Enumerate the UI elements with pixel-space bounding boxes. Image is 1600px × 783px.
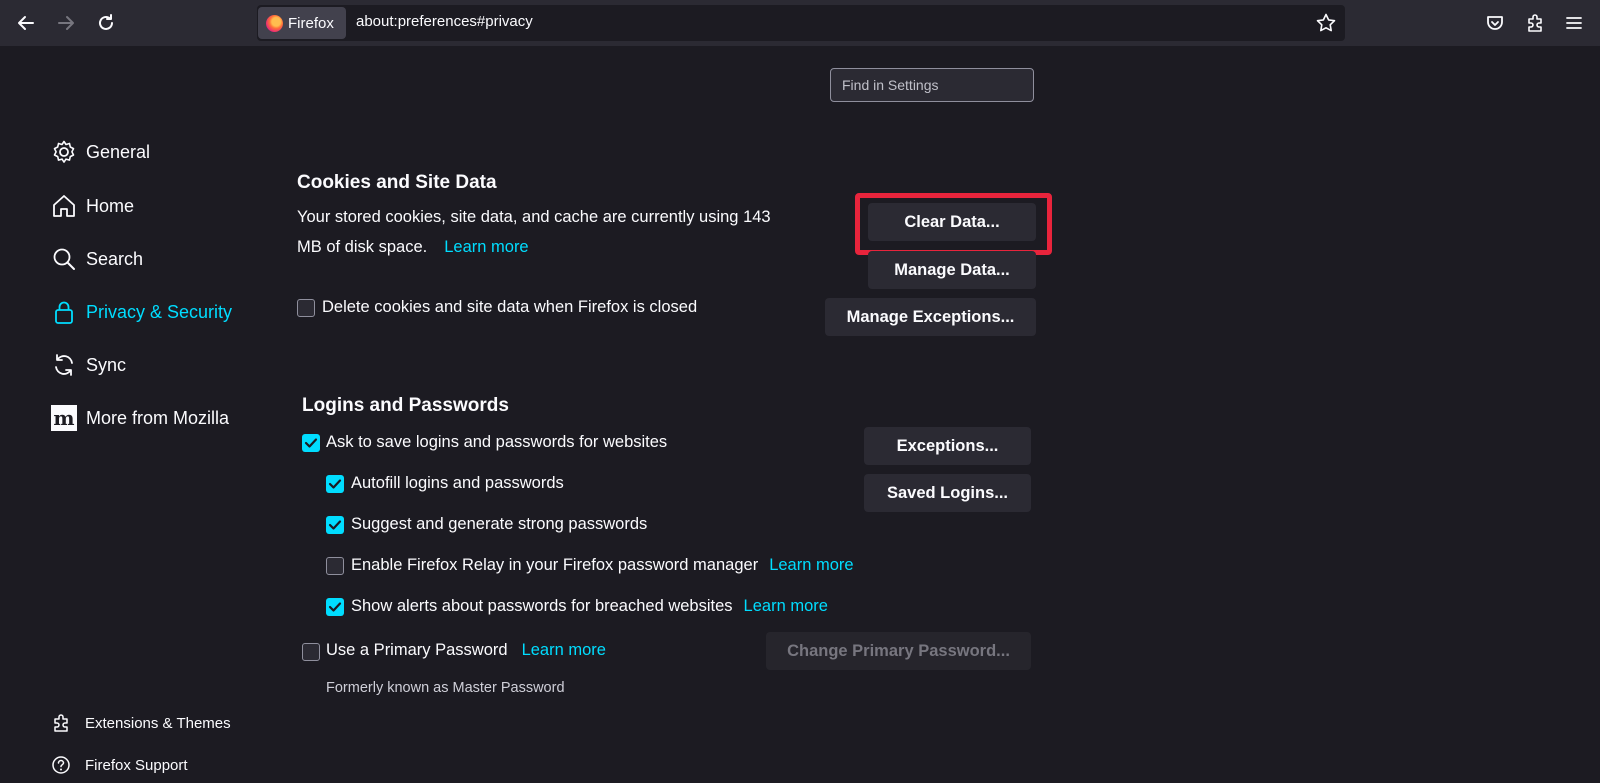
gear-icon [50,138,78,166]
sidebar-item-home[interactable]: Home [50,186,134,226]
browser-toolbar: Firefox about:preferences#privacy [0,0,1600,46]
change-primary-password-button[interactable]: Change Primary Password... [766,632,1031,670]
manage-exceptions-button[interactable]: Manage Exceptions... [825,298,1036,336]
back-button[interactable] [11,8,41,38]
cookies-desc-line2: MB of disk space. Learn more [297,232,771,262]
puzzle-icon [1528,14,1542,32]
hamburger-menu-icon [1566,17,1582,29]
cookies-heading: Cookies and Site Data [297,172,497,193]
delete-cookies-label: Delete cookies and site data when Firefo… [322,298,698,316]
cookies-desc-line2-text: MB of disk space. [297,238,428,256]
saved-logins-button[interactable]: Saved Logins... [864,474,1031,512]
ask-to-save-checkbox[interactable] [302,434,320,452]
footer-label: Firefox Support [85,756,188,774]
url-bar[interactable]: Firefox about:preferences#privacy [257,5,1345,41]
firefox-relay-label: Enable Firefox Relay in your Firefox pas… [351,556,759,574]
primary-password-checkbox[interactable] [302,643,320,661]
bookmark-star-icon[interactable] [1315,12,1337,34]
mozilla-icon: m [50,404,78,432]
sidebar-extensions-themes[interactable]: Extensions & Themes [50,708,231,738]
cookies-description: Your stored cookies, site data, and cach… [297,202,771,262]
footer-label: Extensions & Themes [85,714,231,732]
reload-icon [99,14,113,30]
forward-arrow-icon [58,16,74,30]
sidebar-firefox-support[interactable]: Firefox Support [50,750,188,780]
back-arrow-icon [18,16,34,30]
breach-learn-more-link[interactable]: Learn more [744,597,828,615]
search-icon [50,245,78,273]
breach-alerts-row: Show alerts about passwords for breached… [351,597,828,616]
home-icon [50,192,78,220]
logins-heading: Logins and Passwords [302,395,509,416]
autofill-checkbox[interactable] [326,475,344,493]
primary-password-label: Use a Primary Password [326,641,508,659]
reload-button[interactable] [91,8,121,38]
sidebar-item-sync[interactable]: Sync [50,345,126,385]
sidebar-item-search[interactable]: Search [50,239,143,279]
sidebar-item-label: Privacy & Security [86,301,233,322]
breach-alerts-checkbox[interactable] [326,598,344,616]
search-input[interactable] [831,69,1033,101]
exceptions-button[interactable]: Exceptions... [864,427,1031,465]
sidebar-item-privacy-security[interactable]: Privacy & Security [50,292,232,332]
find-in-settings[interactable] [830,68,1034,102]
firefox-logo-icon [266,14,283,32]
ask-to-save-label: Ask to save logins and passwords for web… [326,433,668,451]
extension-icon [50,712,72,734]
suggest-passwords-label: Suggest and generate strong passwords [351,515,648,533]
cookies-desc-line1: Your stored cookies, site data, and cach… [297,208,771,226]
sidebar-item-more-from-mozilla[interactable]: m More from Mozilla [50,398,229,438]
sidebar-item-label: Search [86,248,144,269]
menu-button[interactable] [1559,8,1589,38]
checkmark-icon [328,520,342,530]
extensions-button[interactable] [1520,8,1550,38]
checkmark-icon [304,438,318,448]
firefox-relay-checkbox[interactable] [326,557,344,575]
sidebar-item-label: More from Mozilla [86,407,230,428]
delete-cookies-checkbox[interactable] [297,299,315,317]
checkmark-icon [328,602,342,612]
checkmark-icon [328,479,342,489]
cookies-learn-more-link[interactable]: Learn more [444,238,528,256]
forward-button[interactable] [51,8,81,38]
pocket-icon [1487,16,1503,30]
url-text[interactable]: about:preferences#privacy [356,13,533,30]
primary-learn-more-link[interactable]: Learn more [522,641,606,659]
formerly-known-note: Formerly known as Master Password [326,680,565,696]
lock-icon [50,298,78,326]
identity-label: Firefox [288,14,334,32]
pocket-button[interactable] [1480,8,1510,38]
firefox-relay-row: Enable Firefox Relay in your Firefox pas… [351,556,854,575]
autofill-label: Autofill logins and passwords [351,474,564,492]
breach-alerts-label: Show alerts about passwords for breached… [351,597,733,615]
manage-data-button[interactable]: Manage Data... [868,251,1036,289]
sidebar-item-general[interactable]: General [50,132,150,172]
primary-password-row: Use a Primary Password Learn more [326,641,606,660]
highlight-box [855,193,1052,255]
identity-box[interactable]: Firefox [258,7,346,39]
sidebar-item-label: Sync [86,354,127,375]
sync-icon [50,351,78,379]
relay-learn-more-link[interactable]: Learn more [769,556,853,574]
suggest-passwords-checkbox[interactable] [326,516,344,534]
sidebar-item-label: General [86,141,151,162]
help-icon [50,754,72,776]
sidebar-item-label: Home [86,195,135,216]
